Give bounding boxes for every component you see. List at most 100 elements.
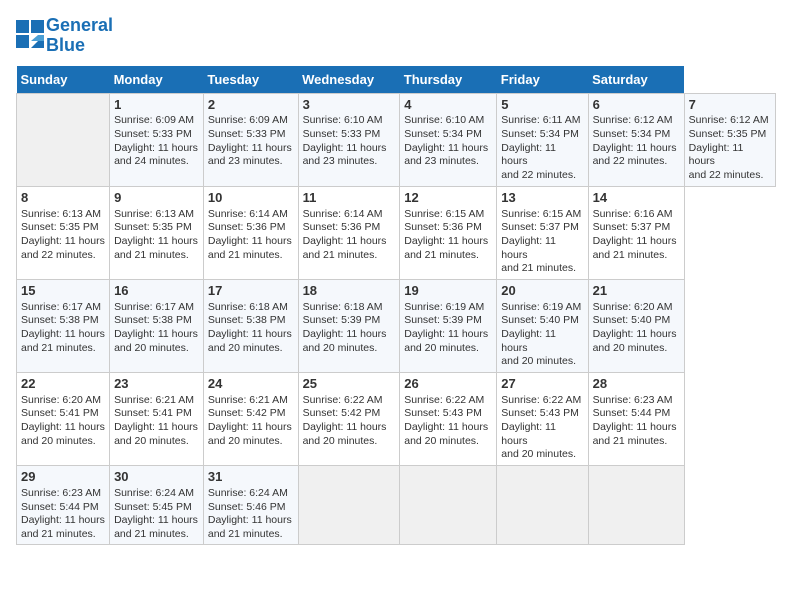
- day-number: 7: [689, 97, 771, 114]
- day-info: Sunrise: 6:11 AM Sunset: 5:34 PM Dayligh…: [501, 114, 583, 182]
- day-info: Sunrise: 6:18 AM Sunset: 5:38 PM Dayligh…: [208, 301, 294, 356]
- day-info: Sunrise: 6:09 AM Sunset: 5:33 PM Dayligh…: [114, 114, 199, 169]
- calendar-cell: 3Sunrise: 6:10 AM Sunset: 5:33 PM Daylig…: [298, 93, 400, 186]
- day-info: Sunrise: 6:09 AM Sunset: 5:33 PM Dayligh…: [208, 114, 294, 169]
- calendar-cell: 30Sunrise: 6:24 AM Sunset: 5:45 PM Dayli…: [110, 465, 204, 544]
- calendar-cell: 29Sunrise: 6:23 AM Sunset: 5:44 PM Dayli…: [17, 465, 110, 544]
- day-info: Sunrise: 6:17 AM Sunset: 5:38 PM Dayligh…: [114, 301, 199, 356]
- day-number: 11: [303, 190, 396, 207]
- day-number: 30: [114, 469, 199, 486]
- day-info: Sunrise: 6:10 AM Sunset: 5:34 PM Dayligh…: [404, 114, 492, 169]
- day-number: 23: [114, 376, 199, 393]
- day-number: 14: [593, 190, 680, 207]
- day-number: 15: [21, 283, 105, 300]
- day-number: 16: [114, 283, 199, 300]
- day-number: 24: [208, 376, 294, 393]
- day-number: 4: [404, 97, 492, 114]
- day-number: 25: [303, 376, 396, 393]
- calendar-cell: 23Sunrise: 6:21 AM Sunset: 5:41 PM Dayli…: [110, 372, 204, 465]
- calendar-cell: 27Sunrise: 6:22 AM Sunset: 5:43 PM Dayli…: [497, 372, 588, 465]
- day-number: 8: [21, 190, 105, 207]
- day-number: 6: [593, 97, 680, 114]
- day-header-thursday: Thursday: [400, 66, 497, 94]
- day-number: 31: [208, 469, 294, 486]
- day-number: 29: [21, 469, 105, 486]
- calendar-week-row: 22Sunrise: 6:20 AM Sunset: 5:41 PM Dayli…: [17, 372, 776, 465]
- calendar-cell: 17Sunrise: 6:18 AM Sunset: 5:38 PM Dayli…: [203, 279, 298, 372]
- calendar-cell: 20Sunrise: 6:19 AM Sunset: 5:40 PM Dayli…: [497, 279, 588, 372]
- day-info: Sunrise: 6:23 AM Sunset: 5:44 PM Dayligh…: [21, 487, 105, 542]
- calendar-cell: [298, 465, 400, 544]
- calendar-cell: 19Sunrise: 6:19 AM Sunset: 5:39 PM Dayli…: [400, 279, 497, 372]
- day-info: Sunrise: 6:23 AM Sunset: 5:44 PM Dayligh…: [593, 394, 680, 449]
- calendar-cell: 8Sunrise: 6:13 AM Sunset: 5:35 PM Daylig…: [17, 186, 110, 279]
- day-number: 9: [114, 190, 199, 207]
- day-number: 18: [303, 283, 396, 300]
- calendar-body: 1Sunrise: 6:09 AM Sunset: 5:33 PM Daylig…: [17, 93, 776, 545]
- calendar-cell: 11Sunrise: 6:14 AM Sunset: 5:36 PM Dayli…: [298, 186, 400, 279]
- calendar-cell: [497, 465, 588, 544]
- calendar-week-row: 1Sunrise: 6:09 AM Sunset: 5:33 PM Daylig…: [17, 93, 776, 186]
- calendar-cell: 7Sunrise: 6:12 AM Sunset: 5:35 PM Daylig…: [684, 93, 775, 186]
- day-info: Sunrise: 6:19 AM Sunset: 5:40 PM Dayligh…: [501, 301, 583, 369]
- day-info: Sunrise: 6:15 AM Sunset: 5:36 PM Dayligh…: [404, 208, 492, 263]
- day-info: Sunrise: 6:21 AM Sunset: 5:42 PM Dayligh…: [208, 394, 294, 449]
- day-info: Sunrise: 6:21 AM Sunset: 5:41 PM Dayligh…: [114, 394, 199, 449]
- calendar-week-row: 15Sunrise: 6:17 AM Sunset: 5:38 PM Dayli…: [17, 279, 776, 372]
- day-info: Sunrise: 6:13 AM Sunset: 5:35 PM Dayligh…: [114, 208, 199, 263]
- calendar-cell: [400, 465, 497, 544]
- calendar-cell: 6Sunrise: 6:12 AM Sunset: 5:34 PM Daylig…: [588, 93, 684, 186]
- day-info: Sunrise: 6:24 AM Sunset: 5:45 PM Dayligh…: [114, 487, 199, 542]
- day-header-monday: Monday: [110, 66, 204, 94]
- day-info: Sunrise: 6:20 AM Sunset: 5:41 PM Dayligh…: [21, 394, 105, 449]
- day-info: Sunrise: 6:12 AM Sunset: 5:35 PM Dayligh…: [689, 114, 771, 182]
- calendar-cell: 2Sunrise: 6:09 AM Sunset: 5:33 PM Daylig…: [203, 93, 298, 186]
- calendar-table: SundayMondayTuesdayWednesdayThursdayFrid…: [16, 66, 776, 546]
- day-number: 5: [501, 97, 583, 114]
- day-info: Sunrise: 6:19 AM Sunset: 5:39 PM Dayligh…: [404, 301, 492, 356]
- day-number: 12: [404, 190, 492, 207]
- logo-text: General Blue: [46, 16, 113, 56]
- calendar-cell: 22Sunrise: 6:20 AM Sunset: 5:41 PM Dayli…: [17, 372, 110, 465]
- calendar-cell: 26Sunrise: 6:22 AM Sunset: 5:43 PM Dayli…: [400, 372, 497, 465]
- calendar-week-row: 29Sunrise: 6:23 AM Sunset: 5:44 PM Dayli…: [17, 465, 776, 544]
- day-number: 17: [208, 283, 294, 300]
- logo: General Blue: [16, 16, 113, 56]
- day-header-tuesday: Tuesday: [203, 66, 298, 94]
- day-header-sunday: Sunday: [17, 66, 110, 94]
- calendar-cell: 16Sunrise: 6:17 AM Sunset: 5:38 PM Dayli…: [110, 279, 204, 372]
- day-number: 22: [21, 376, 105, 393]
- day-info: Sunrise: 6:13 AM Sunset: 5:35 PM Dayligh…: [21, 208, 105, 263]
- calendar-cell: 14Sunrise: 6:16 AM Sunset: 5:37 PM Dayli…: [588, 186, 684, 279]
- day-info: Sunrise: 6:17 AM Sunset: 5:38 PM Dayligh…: [21, 301, 105, 356]
- day-info: Sunrise: 6:15 AM Sunset: 5:37 PM Dayligh…: [501, 208, 583, 276]
- day-header-wednesday: Wednesday: [298, 66, 400, 94]
- day-number: 27: [501, 376, 583, 393]
- day-number: 1: [114, 97, 199, 114]
- day-info: Sunrise: 6:22 AM Sunset: 5:43 PM Dayligh…: [501, 394, 583, 462]
- logo-icon: [16, 20, 44, 48]
- day-number: 28: [593, 376, 680, 393]
- calendar-cell: 1Sunrise: 6:09 AM Sunset: 5:33 PM Daylig…: [110, 93, 204, 186]
- day-number: 13: [501, 190, 583, 207]
- calendar-cell: 12Sunrise: 6:15 AM Sunset: 5:36 PM Dayli…: [400, 186, 497, 279]
- calendar-cell: 13Sunrise: 6:15 AM Sunset: 5:37 PM Dayli…: [497, 186, 588, 279]
- calendar-cell: 21Sunrise: 6:20 AM Sunset: 5:40 PM Dayli…: [588, 279, 684, 372]
- calendar-cell: 24Sunrise: 6:21 AM Sunset: 5:42 PM Dayli…: [203, 372, 298, 465]
- calendar-cell: 28Sunrise: 6:23 AM Sunset: 5:44 PM Dayli…: [588, 372, 684, 465]
- day-header-friday: Friday: [497, 66, 588, 94]
- day-info: Sunrise: 6:18 AM Sunset: 5:39 PM Dayligh…: [303, 301, 396, 356]
- calendar-week-row: 8Sunrise: 6:13 AM Sunset: 5:35 PM Daylig…: [17, 186, 776, 279]
- day-header-saturday: Saturday: [588, 66, 684, 94]
- calendar-cell: 4Sunrise: 6:10 AM Sunset: 5:34 PM Daylig…: [400, 93, 497, 186]
- day-number: 2: [208, 97, 294, 114]
- day-number: 3: [303, 97, 396, 114]
- calendar-cell: [588, 465, 684, 544]
- day-info: Sunrise: 6:10 AM Sunset: 5:33 PM Dayligh…: [303, 114, 396, 169]
- calendar-cell: 18Sunrise: 6:18 AM Sunset: 5:39 PM Dayli…: [298, 279, 400, 372]
- day-number: 26: [404, 376, 492, 393]
- day-info: Sunrise: 6:22 AM Sunset: 5:42 PM Dayligh…: [303, 394, 396, 449]
- calendar-cell: [17, 93, 110, 186]
- day-info: Sunrise: 6:16 AM Sunset: 5:37 PM Dayligh…: [593, 208, 680, 263]
- day-number: 21: [593, 283, 680, 300]
